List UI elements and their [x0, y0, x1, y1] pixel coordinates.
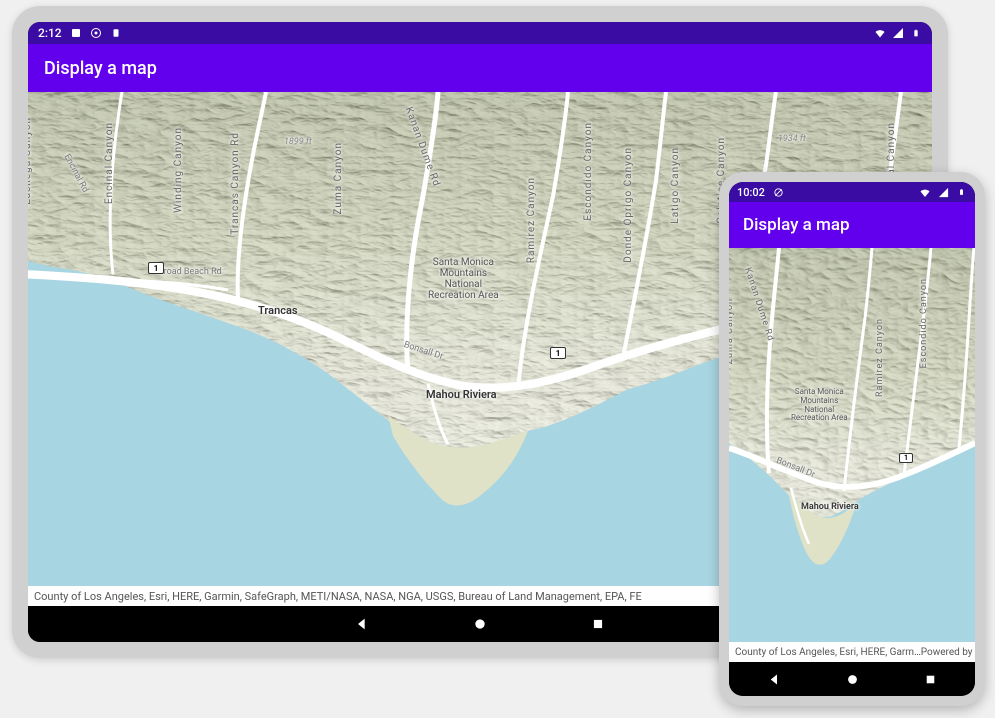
nav-bar: [729, 662, 975, 696]
route-shield-1: 1: [899, 453, 913, 463]
attribution-text: County of Los Angeles, Esri, HERE, Garmi…: [34, 590, 642, 603]
map-view[interactable]: Mahou Riviera Santa Monica Mountains Nat…: [729, 248, 975, 642]
status-time: 2:12: [38, 26, 62, 40]
attribution-powered[interactable]: Powered by Esri: [921, 647, 975, 658]
nav-back-button[interactable]: [353, 615, 371, 633]
location-icon: [90, 27, 102, 39]
status-bar: 2:12: [28, 22, 932, 44]
status-right: [874, 27, 922, 39]
phone-device-frame: 10:02 Display a map: [719, 172, 985, 706]
nav-recents-button[interactable]: [589, 615, 607, 633]
card-icon: [110, 27, 122, 39]
status-left: 10:02: [737, 186, 785, 199]
wifi-icon: [919, 186, 931, 198]
app-title: Display a map: [743, 215, 850, 235]
app-bar: Display a map: [28, 44, 932, 92]
wifi-icon: [874, 27, 886, 39]
status-left: 2:12: [38, 26, 122, 40]
battery-icon: [910, 27, 922, 39]
battery-icon: [955, 186, 967, 198]
attribution-bar: County of Los Angeles, Esri, HERE, Garm……: [729, 642, 975, 662]
nav-recents-button[interactable]: [921, 670, 939, 688]
nav-home-button[interactable]: [843, 670, 861, 688]
attribution-text: County of Los Angeles, Esri, HERE, Garm…: [735, 647, 921, 658]
no-location-icon: [773, 186, 785, 198]
nav-back-button[interactable]: [765, 670, 783, 688]
signal-icon: [937, 186, 949, 198]
app-bar: Display a map: [729, 202, 975, 248]
debug-icon: [70, 27, 82, 39]
app-title: Display a map: [44, 58, 157, 79]
signal-icon: [892, 27, 904, 39]
phone-screen: 10:02 Display a map: [729, 182, 975, 696]
status-right: [919, 186, 967, 198]
nav-home-button[interactable]: [471, 615, 489, 633]
status-time: 10:02: [737, 186, 765, 199]
route-shield-1a: 1: [148, 262, 164, 274]
map-svg: [729, 248, 975, 642]
status-bar: 10:02: [729, 182, 975, 202]
route-shield-1b: 1: [550, 347, 566, 359]
